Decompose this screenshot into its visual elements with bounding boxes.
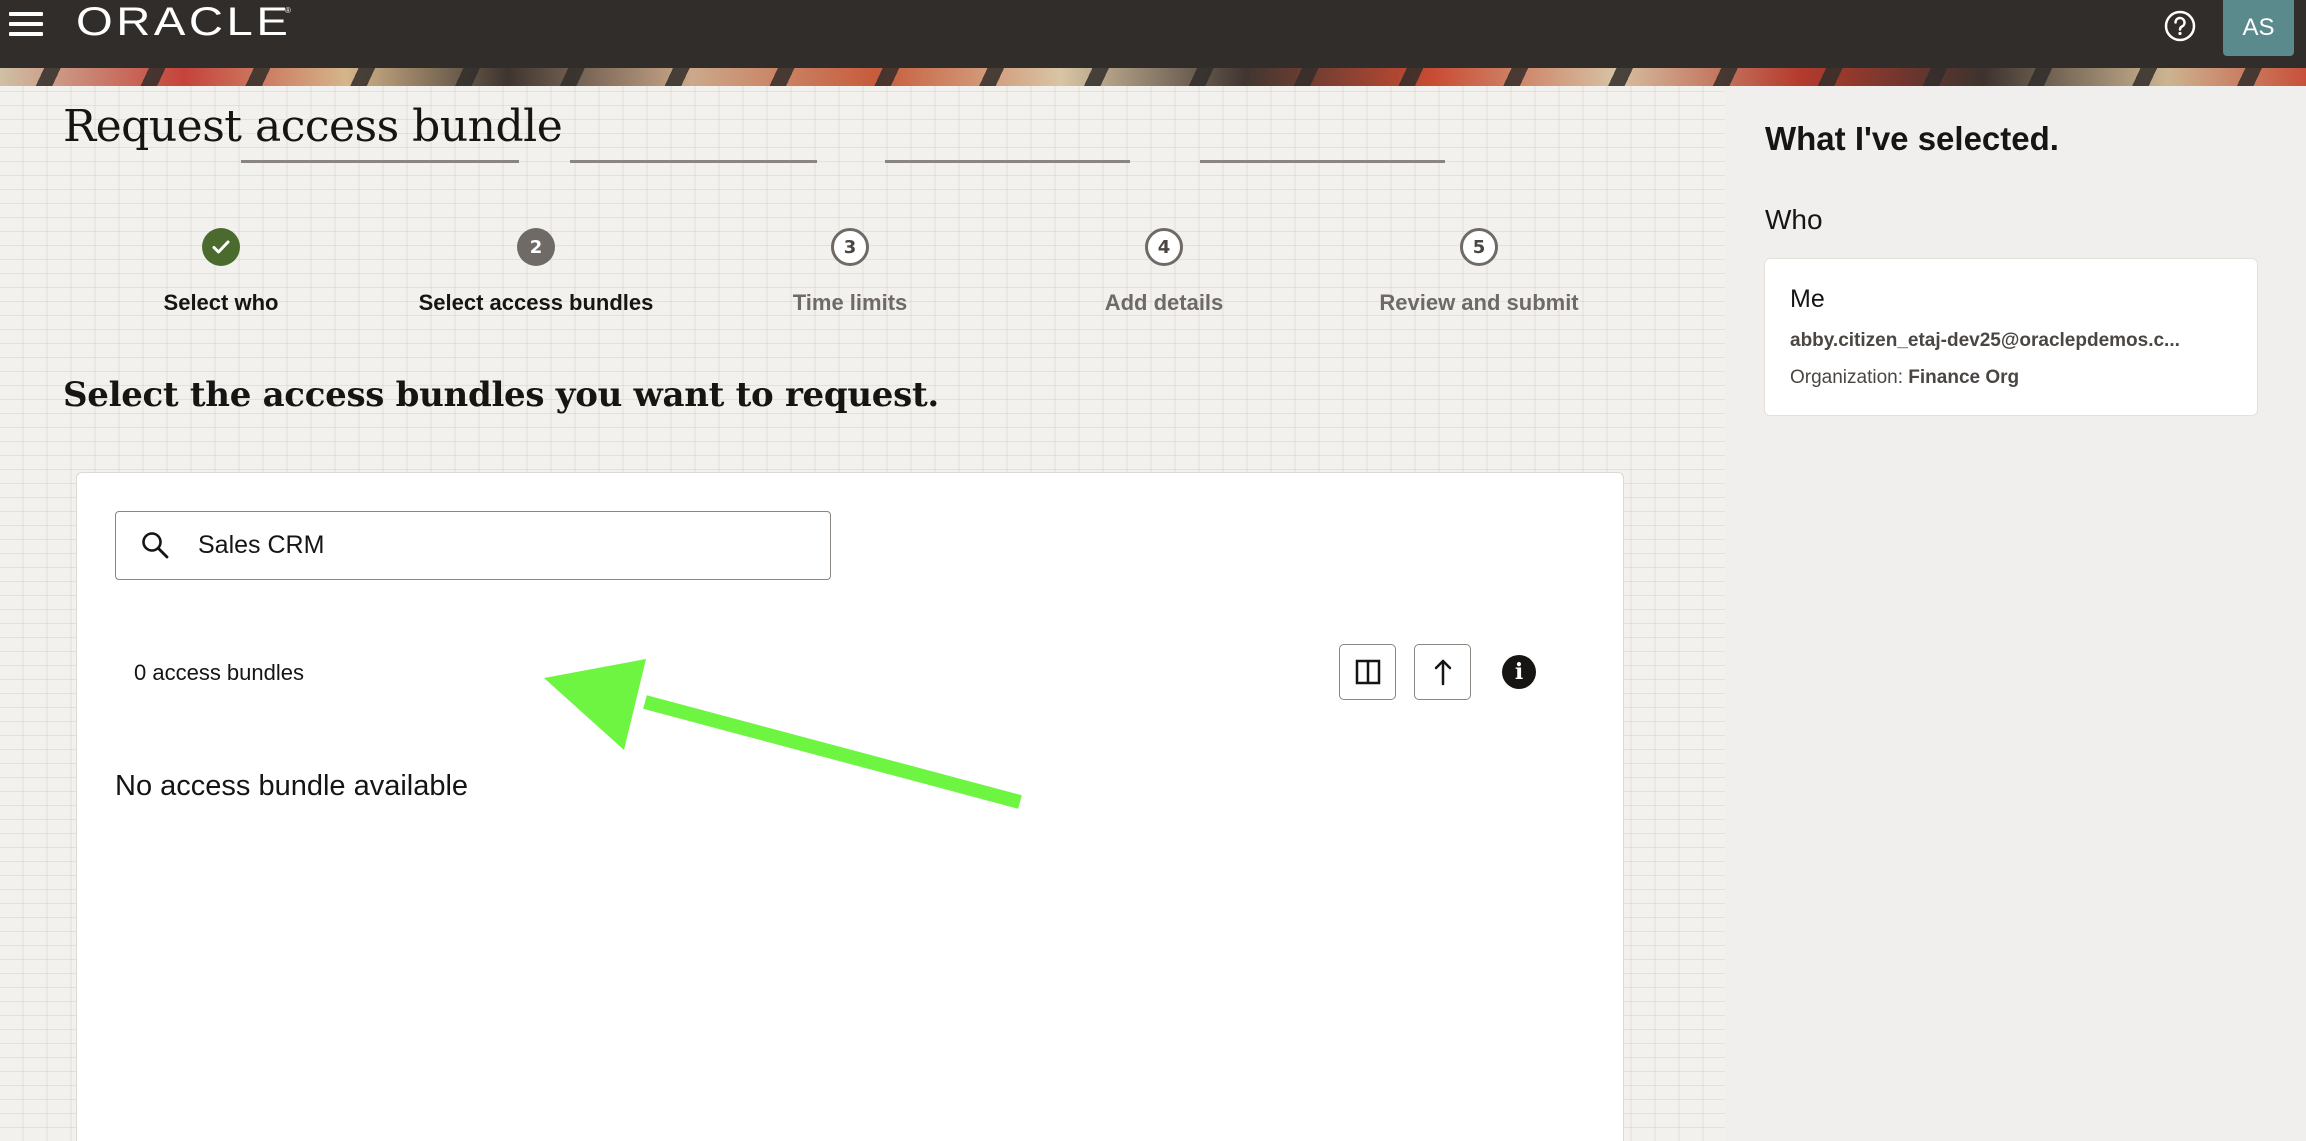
section-heading: Select the access bundles you want to re…: [63, 375, 939, 415]
arrow-up-icon: [1434, 659, 1451, 686]
step-connector: [570, 160, 817, 163]
selection-summary-panel: [1725, 86, 2306, 1141]
split-columns-button[interactable]: [1339, 644, 1396, 700]
top-bar: ORACLE ® AS: [0, 0, 2306, 68]
step-3-label[interactable]: Time limits: [690, 290, 1010, 316]
empty-state-message: No access bundle available: [115, 770, 469, 802]
who-organization: Organization: Finance Org: [1790, 367, 2019, 389]
user-avatar[interactable]: AS: [2223, 0, 2294, 56]
decorative-banner: [0, 68, 2306, 86]
who-email: abby.citizen_etaj-dev25@oraclepdemos.c..…: [1790, 330, 2180, 351]
step-4-label[interactable]: Add details: [1004, 290, 1324, 316]
registered-mark: ®: [285, 6, 291, 15]
info-icon[interactable]: i: [1502, 655, 1536, 689]
sort-button[interactable]: [1414, 644, 1471, 700]
step-connector: [885, 160, 1130, 163]
step-connector: [241, 160, 519, 163]
step-2-indicator[interactable]: 2: [517, 228, 555, 266]
org-label: Organization:: [1790, 367, 1909, 388]
step-connector: [1200, 160, 1445, 163]
step-3-indicator[interactable]: 3: [831, 228, 869, 266]
search-icon: [140, 530, 170, 560]
page-title: Request access bundle: [63, 101, 563, 152]
org-value: Finance Org: [1908, 367, 2020, 388]
who-heading: Who: [1765, 204, 1823, 235]
summary-title: What I've selected.: [1765, 120, 2059, 157]
step-1-checkmark-icon[interactable]: [202, 228, 240, 266]
result-count: 0 access bundles: [134, 660, 304, 685]
hamburger-menu-icon[interactable]: [6, 6, 46, 42]
step-1-label[interactable]: Select who: [61, 290, 381, 316]
step-4-indicator[interactable]: 4: [1145, 228, 1183, 266]
who-name: Me: [1790, 285, 1825, 313]
step-5-label[interactable]: Review and submit: [1319, 290, 1639, 316]
step-2-label[interactable]: Select access bundles: [376, 290, 696, 316]
search-input[interactable]: [198, 522, 798, 568]
oracle-logo[interactable]: ORACLE: [76, 2, 291, 42]
step-5-indicator[interactable]: 5: [1460, 228, 1498, 266]
search-field[interactable]: [115, 511, 831, 580]
help-icon[interactable]: [2163, 9, 2197, 43]
split-columns-icon: [1355, 659, 1380, 685]
